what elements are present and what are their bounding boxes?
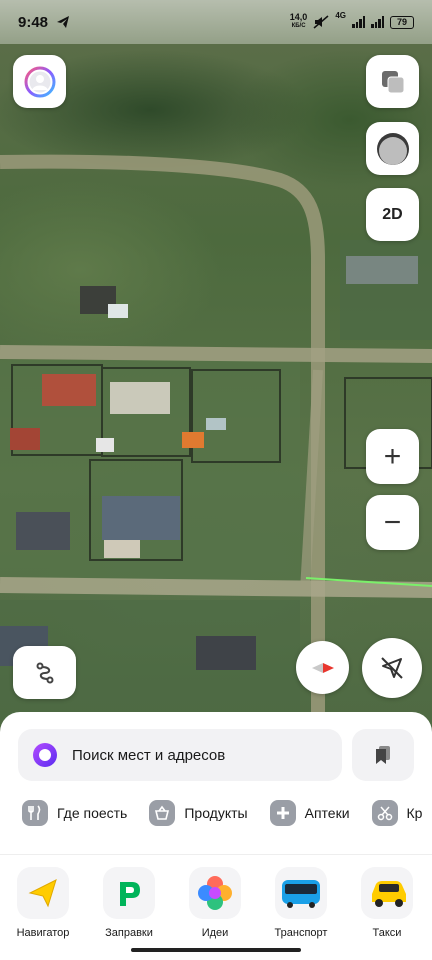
navigator-arrow-icon xyxy=(17,867,69,919)
bus-icon xyxy=(275,867,327,919)
status-bar: 9:48 14,0 КБ/С 4G 79 xyxy=(0,0,432,44)
profile-button[interactable] xyxy=(13,55,66,108)
chip-label: Где поесть xyxy=(57,805,128,821)
chip-pharmacies[interactable]: Аптеки xyxy=(269,800,350,826)
fork-knife-icon xyxy=(22,800,48,826)
chip-label: Продукты xyxy=(184,805,248,821)
route-icon xyxy=(36,662,53,683)
search-placeholder: Поиск мест и адресов xyxy=(72,746,226,764)
map-style-button[interactable] xyxy=(366,122,419,175)
app-label: Транспорт xyxy=(274,927,328,939)
signal-icon xyxy=(352,16,365,28)
status-time: 9:48 xyxy=(18,13,49,31)
zoom-in-button[interactable]: + xyxy=(366,429,419,484)
bottom-sheet: Поиск мест и адресов Где поесть Продукты xyxy=(0,712,432,854)
app-navigator[interactable]: Навигатор xyxy=(0,867,86,939)
app-ideas[interactable]: Идеи xyxy=(172,867,258,939)
chip-where-to-eat[interactable]: Где поесть xyxy=(22,800,127,826)
taxi-car-icon xyxy=(361,867,413,919)
zoom-in-icon: + xyxy=(383,439,402,473)
search-input[interactable]: Поиск мест и адресов xyxy=(18,729,342,781)
app-label: Такси xyxy=(372,927,402,939)
app-taxi[interactable]: Такси xyxy=(344,867,430,939)
layers-icon xyxy=(381,70,404,93)
network-speed: 14,0 КБ/С xyxy=(290,13,308,31)
my-location-button[interactable] xyxy=(362,638,422,698)
mute-icon xyxy=(313,15,329,29)
app-label: Заправки xyxy=(105,927,153,939)
cross-icon xyxy=(269,800,296,826)
location-off-icon xyxy=(381,657,403,679)
search-row: Поиск мест и адресов xyxy=(18,729,414,781)
zoom-out-icon: − xyxy=(383,505,402,539)
app-transport[interactable]: Транспорт xyxy=(258,867,344,939)
compass-button[interactable] xyxy=(296,641,349,694)
zoom-out-button[interactable]: − xyxy=(366,495,419,550)
alice-icon[interactable] xyxy=(32,742,58,768)
telegram-icon xyxy=(57,16,70,28)
view-mode-label: 2D xyxy=(382,205,403,223)
chip-beauty[interactable]: Кр xyxy=(371,800,423,826)
chip-label: Кр xyxy=(406,805,423,821)
layers-button[interactable] xyxy=(366,55,419,108)
app-label: Навигатор xyxy=(16,927,70,939)
network-type: 4G xyxy=(335,11,346,20)
map-style-icon xyxy=(376,132,409,165)
view-mode-2d-button[interactable]: 2D xyxy=(366,188,419,241)
speed-unit: КБ/С xyxy=(291,23,306,29)
app-label: Идеи xyxy=(201,927,229,939)
route-button[interactable] xyxy=(13,646,76,699)
chip-label: Аптеки xyxy=(304,805,350,821)
category-chips: Где поесть Продукты Аптеки Кр xyxy=(22,800,422,826)
system-nav-handle[interactable] xyxy=(131,948,301,952)
battery-indicator: 79 xyxy=(390,15,414,29)
app-fuel[interactable]: Заправки xyxy=(86,867,172,939)
ideas-flower-icon xyxy=(189,867,241,919)
avatar-ring-icon xyxy=(24,66,55,97)
bookmarks-icon xyxy=(376,746,390,764)
compass-icon xyxy=(311,662,334,673)
speed-value: 14,0 xyxy=(289,12,308,22)
signal-icon-2 xyxy=(371,16,384,28)
scissors-icon xyxy=(371,800,398,826)
chip-groceries[interactable]: Продукты xyxy=(149,800,248,826)
basket-icon xyxy=(149,800,176,826)
fuel-p-icon xyxy=(103,867,155,919)
bookmarks-button[interactable] xyxy=(352,729,414,781)
services-bar: Навигатор Заправки Идеи Транспорт Такси xyxy=(0,854,432,960)
